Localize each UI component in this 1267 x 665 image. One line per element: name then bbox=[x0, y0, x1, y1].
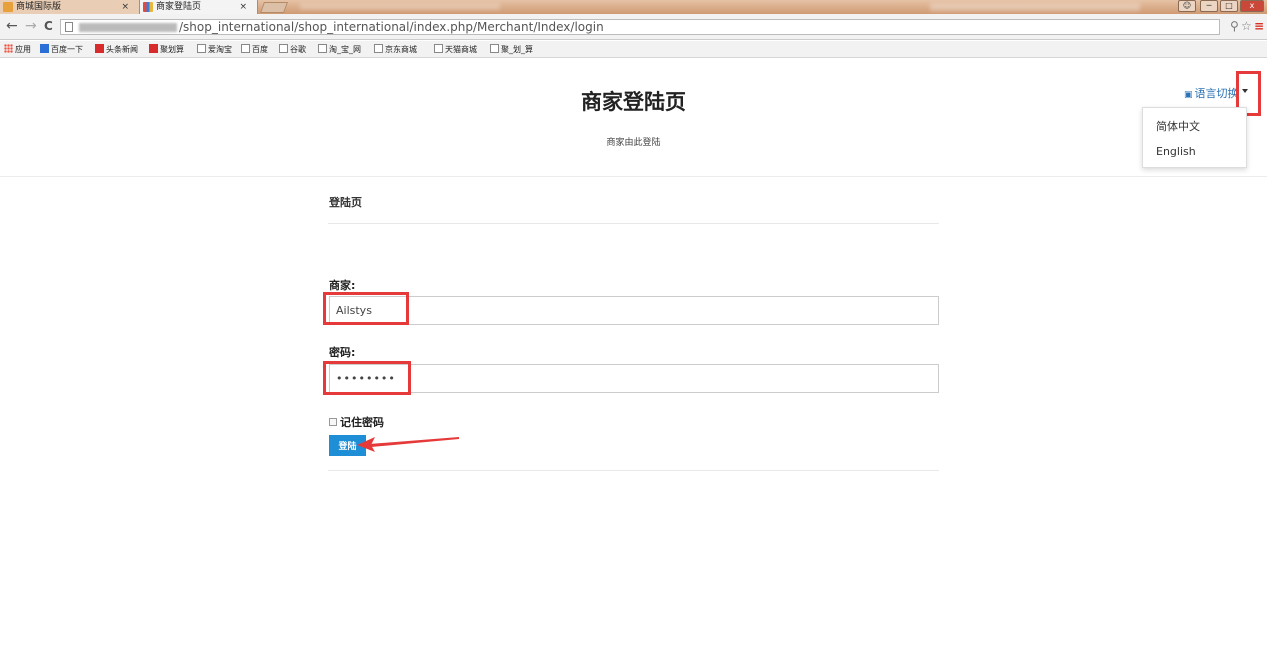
bookmark-item[interactable]: 百度 bbox=[241, 44, 268, 55]
tab-shop-international[interactable]: 商城国际版 × bbox=[0, 0, 140, 14]
panel-divider bbox=[328, 223, 939, 224]
merchant-input[interactable]: Ailstys bbox=[329, 296, 939, 325]
news-icon bbox=[95, 44, 104, 53]
dropdown-caret-icon[interactable] bbox=[1242, 89, 1248, 93]
lang-option-simplified-chinese[interactable]: 简体中文 bbox=[1156, 118, 1200, 134]
page-icon bbox=[374, 44, 383, 53]
bookmark-item[interactable]: 头条新闻 bbox=[95, 44, 138, 55]
blurred-host bbox=[79, 23, 177, 32]
language-dropdown-menu: 简体中文 English bbox=[1142, 107, 1247, 168]
bookmark-item[interactable]: 谷歌 bbox=[279, 44, 306, 55]
page-icon bbox=[279, 44, 288, 53]
star-icon[interactable]: ☆ bbox=[1241, 19, 1252, 33]
browser-tab-strip: 商城国际版 × 商家登陆页 × ☺ ─ □ x bbox=[0, 0, 1267, 14]
juhuasuan-icon bbox=[149, 44, 158, 53]
close-tab-icon[interactable]: × bbox=[121, 0, 129, 14]
bookmark-apps[interactable]: 应用 bbox=[4, 44, 31, 55]
remember-checkbox[interactable] bbox=[329, 418, 337, 426]
bookmark-item[interactable]: 京东商城 bbox=[374, 44, 417, 55]
blurred-region bbox=[300, 3, 500, 10]
key-icon[interactable]: ⚲ bbox=[1230, 19, 1239, 33]
password-label: 密码: bbox=[329, 346, 356, 359]
reload-button[interactable]: C bbox=[44, 18, 53, 34]
bookmark-item[interactable]: 聚_划_算 bbox=[490, 44, 533, 55]
tab-label: 商城国际版 bbox=[16, 2, 62, 12]
menu-icon[interactable]: ≡ bbox=[1254, 19, 1264, 33]
page-icon bbox=[490, 44, 499, 53]
page-icon bbox=[434, 44, 443, 53]
site-favicon-icon bbox=[143, 2, 153, 12]
lang-option-english[interactable]: English bbox=[1156, 145, 1196, 158]
book-icon: ▣ bbox=[1184, 90, 1193, 100]
annotation-highlight-box bbox=[323, 361, 411, 395]
annotation-arrow-icon bbox=[357, 437, 459, 452]
bookmark-item[interactable]: 淘_宝_网 bbox=[318, 44, 361, 55]
bookmark-item[interactable]: 百度一下 bbox=[40, 44, 83, 55]
forward-button[interactable]: → bbox=[25, 18, 37, 34]
maximize-button[interactable]: □ bbox=[1220, 0, 1238, 12]
page-icon bbox=[197, 44, 206, 53]
apps-grid-icon bbox=[4, 44, 13, 53]
bookmark-item[interactable]: 天猫商城 bbox=[434, 44, 477, 55]
site-favicon-icon bbox=[3, 2, 13, 12]
bookmarks-bar: 应用 百度一下 头条新闻 聚划算 爱淘宝 百度 谷歌 淘_宝_网 京东商城 天猫… bbox=[0, 41, 1267, 58]
password-input[interactable]: •••••••• bbox=[329, 364, 939, 393]
form-bottom-divider bbox=[328, 470, 939, 471]
language-switch-label: 语言切换 bbox=[1194, 87, 1239, 100]
merchant-label: 商家: bbox=[329, 279, 356, 292]
remember-password[interactable]: 记住密码 bbox=[329, 414, 384, 430]
user-icon[interactable]: ☺ bbox=[1178, 0, 1196, 12]
annotation-highlight-box bbox=[323, 292, 409, 325]
address-toolbar: ← → C /shop_international/shop_internati… bbox=[0, 14, 1267, 40]
tab-merchant-login[interactable]: 商家登陆页 × bbox=[140, 0, 258, 14]
bookmark-item[interactable]: 爱淘宝 bbox=[197, 44, 232, 55]
minimize-button[interactable]: ─ bbox=[1200, 0, 1218, 12]
new-tab-button[interactable] bbox=[259, 2, 289, 13]
language-switch-link[interactable]: ▣ 语言切换 bbox=[1184, 85, 1239, 101]
close-tab-icon[interactable]: × bbox=[239, 0, 247, 14]
page-icon bbox=[65, 22, 73, 32]
tab-label: 商家登陆页 bbox=[156, 2, 202, 12]
page-icon bbox=[318, 44, 327, 53]
panel-title: 登陆页 bbox=[329, 196, 362, 209]
blurred-region bbox=[930, 3, 1140, 11]
page-subtitle: 商家由此登陆 bbox=[606, 138, 661, 148]
bookmark-item[interactable]: 聚划算 bbox=[149, 44, 184, 55]
window-close-button[interactable]: x bbox=[1240, 0, 1264, 12]
url-input[interactable]: /shop_international/shop_international/i… bbox=[60, 19, 1220, 35]
baidu-icon bbox=[40, 44, 49, 53]
page-title: 商家登陆页 bbox=[581, 90, 686, 114]
url-path: /shop_international/shop_international/i… bbox=[179, 20, 604, 34]
header-divider bbox=[0, 176, 1267, 177]
remember-label: 记住密码 bbox=[340, 416, 384, 429]
back-button[interactable]: ← bbox=[6, 18, 18, 34]
page-icon bbox=[241, 44, 250, 53]
arrow-shaft bbox=[369, 437, 459, 447]
